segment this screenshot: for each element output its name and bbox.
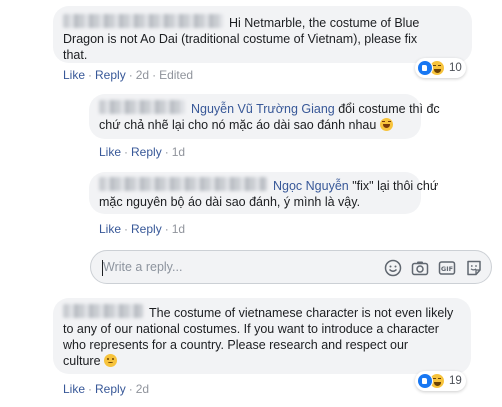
like-link[interactable]: Like xyxy=(99,222,121,236)
comment-text-line: Hi Netmarble, the costume of Blue xyxy=(229,16,420,30)
comment-text-line: to any of our national costumes. If you … xyxy=(63,322,439,336)
reply-link[interactable]: Reply xyxy=(95,68,126,82)
camera-icon[interactable] xyxy=(411,259,429,277)
comment-text-line: "fix" lại thôi chứ xyxy=(348,179,439,193)
sticker-icon[interactable] xyxy=(465,259,483,277)
reaction-summary[interactable]: 10 xyxy=(415,58,466,78)
comment-actions: Like · Reply · 2d · Edited xyxy=(63,68,194,82)
reply-input[interactable] xyxy=(103,260,353,274)
timestamp[interactable]: 2d xyxy=(136,68,149,82)
laughing-emoji-icon xyxy=(379,118,393,131)
comment-actions: Like · Reply · 2d xyxy=(63,382,150,396)
like-link[interactable]: Like xyxy=(63,68,85,82)
comment-actions: Like · Reply · 1d xyxy=(99,145,186,159)
reply-link[interactable]: Reply xyxy=(95,382,126,396)
comment-text-line: mặc nguyên bộ áo dài sao đánh, ý mình là… xyxy=(99,195,361,209)
comment-bubble-1: Hi Netmarble, the costume of Blue Dragon… xyxy=(53,6,472,63)
timestamp[interactable]: 2d xyxy=(136,382,149,396)
comment-bubble-2: The costume of vietnamese character is n… xyxy=(53,298,471,374)
mentioned-user-link[interactable]: Nguyễn Vũ Trường Giang xyxy=(191,102,335,116)
timestamp[interactable]: 1d xyxy=(172,222,185,236)
svg-text:GIF: GIF xyxy=(441,265,453,273)
comment-text-line: Dragon is not Ao Dai (traditional costum… xyxy=(63,32,418,46)
comment-text-line: who represents for a country. Please res… xyxy=(63,338,409,352)
mentioned-user-link[interactable]: Ngọc Nguyễn xyxy=(273,179,349,193)
blurred-avatar-name xyxy=(99,100,185,114)
emoji-icon[interactable] xyxy=(384,259,402,277)
like-reaction-icon xyxy=(417,373,433,389)
comment-text-line: culture xyxy=(63,354,101,368)
like-link[interactable]: Like xyxy=(63,382,85,396)
text-cursor xyxy=(102,260,103,276)
comment-text-line: that. xyxy=(63,48,88,62)
reply-link[interactable]: Reply xyxy=(131,222,162,236)
comment-actions: Like · Reply · 1d xyxy=(99,222,186,236)
timestamp[interactable]: 1d xyxy=(172,145,185,159)
reply-link[interactable]: Reply xyxy=(131,145,162,159)
reaction-count: 19 xyxy=(449,375,462,387)
comment-text-line: The costume of vietnamese character is n… xyxy=(149,306,454,320)
like-link[interactable]: Like xyxy=(99,145,121,159)
comment-text-line: chứ chả nhẽ lại cho nó mặc áo dài sao đá… xyxy=(99,118,377,132)
like-reaction-icon xyxy=(417,60,433,76)
gif-icon[interactable]: GIF xyxy=(438,259,456,277)
edited-label[interactable]: Edited xyxy=(159,68,193,82)
blurred-author-name xyxy=(63,14,223,28)
reply-tools: GIF xyxy=(384,259,483,277)
reply-input-box[interactable]: GIF xyxy=(90,250,492,284)
reaction-count: 10 xyxy=(449,62,462,74)
reaction-summary[interactable]: 19 xyxy=(415,371,466,391)
comment-text-line: đổi costume thì đc xyxy=(334,102,440,116)
sad-emoji-icon xyxy=(104,354,118,367)
reply-bubble-2: Ngọc Nguyễn "fix" lại thôi chứ mặc nguyê… xyxy=(89,172,438,214)
reply-bubble-1: Nguyễn Vũ Trường Giang đổi costume thì đ… xyxy=(89,94,440,139)
blurred-avatar-name xyxy=(99,177,267,191)
blurred-author-name xyxy=(63,304,143,318)
